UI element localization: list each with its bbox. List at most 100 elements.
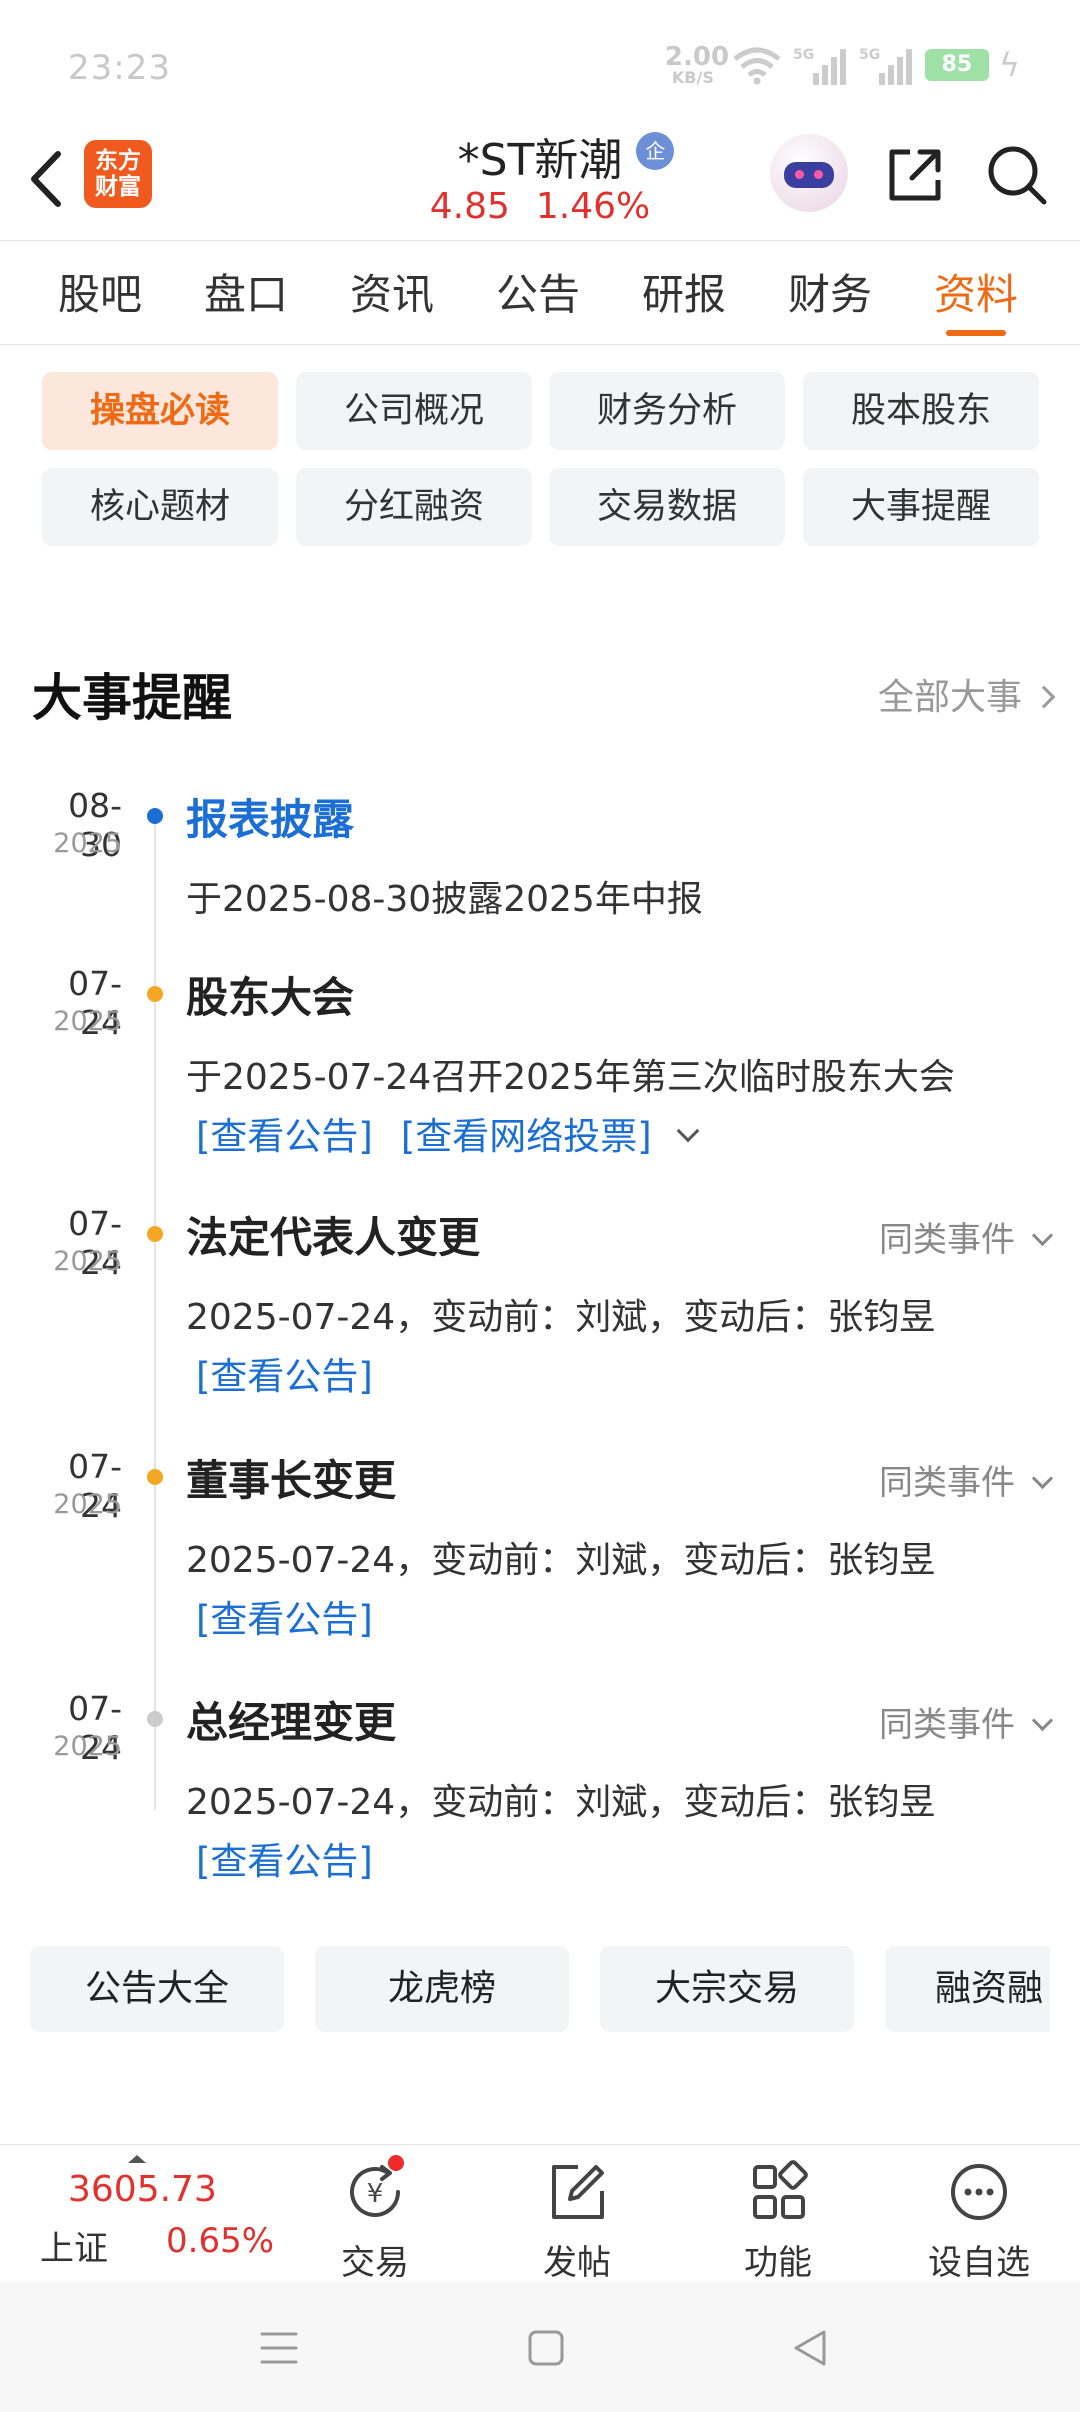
- main-tabs: 股吧 盘口 资讯 公告 研报 财务 资料: [0, 242, 1080, 344]
- enterprise-badge-icon: 企: [636, 132, 675, 170]
- chip-company-overview[interactable]: 公司概况: [296, 372, 532, 450]
- timeline-dot-icon: [147, 808, 163, 824]
- charging-icon: ϟ: [998, 46, 1020, 84]
- view-announcement-link[interactable]: [查看公告]: [196, 1840, 373, 1883]
- cell-signal-icon-2: 5G: [859, 47, 912, 85]
- same-kind-events-toggle[interactable]: 同类事件: [879, 1455, 1054, 1504]
- event-title: 总经理变更: [186, 1698, 397, 1747]
- up-arrow-icon: [128, 2155, 146, 2163]
- tab-news[interactable]: 资讯: [319, 242, 465, 344]
- view-announcement-link[interactable]: [查看公告]: [196, 1115, 373, 1158]
- stock-header: 东方 财富 *ST新潮 企 4.85 1.46%: [0, 120, 1080, 240]
- divider: [0, 240, 1080, 241]
- more-icon: [951, 2164, 1007, 2220]
- tab-guba[interactable]: 股吧: [27, 242, 173, 344]
- network-speed-value: 2.00: [664, 42, 730, 72]
- all-events-label: 全部大事: [877, 677, 1022, 718]
- view-announcement-link[interactable]: [查看公告]: [196, 1355, 373, 1398]
- quick-link-block-trade[interactable]: 大宗交易: [600, 1946, 854, 2032]
- svg-text:5G: 5G: [793, 47, 814, 63]
- chip-financial-analysis[interactable]: 财务分析: [549, 372, 785, 450]
- watchlist-label: 设自选: [928, 2243, 1030, 2283]
- same-kind-label: 同类事件: [879, 1705, 1015, 1745]
- chevron-down-icon: [1031, 1467, 1054, 1490]
- chip-trade-data[interactable]: 交易数据: [549, 468, 785, 546]
- edit-icon: [552, 2165, 604, 2219]
- tab-research[interactable]: 研报: [611, 242, 757, 344]
- chip-shareholders[interactable]: 股本股东: [803, 372, 1039, 450]
- stock-price: 4.85: [429, 186, 510, 227]
- chip-must-read[interactable]: 操盘必读: [42, 372, 278, 450]
- tab-announcements[interactable]: 公告: [465, 242, 611, 344]
- divider: [0, 344, 1080, 345]
- event-title: 董事长变更: [186, 1456, 397, 1505]
- event-description: 2025-07-24，变动前：刘斌，变动后：张钧昱: [186, 1540, 936, 1581]
- event-year: 2025: [53, 1006, 122, 1037]
- same-kind-label: 同类事件: [879, 1220, 1015, 1260]
- post-label: 发帖: [543, 2243, 611, 2283]
- chevron-right-icon: [1032, 685, 1056, 709]
- chevron-down-icon: [1031, 1709, 1054, 1732]
- back-nav-icon[interactable]: [790, 2326, 830, 2370]
- chip-major-events[interactable]: 大事提醒: [803, 468, 1039, 546]
- chip-dividends[interactable]: 分红融资: [296, 468, 532, 546]
- network-speed: 2.00 KB/S: [664, 42, 730, 87]
- timeline-dot-icon: [147, 986, 163, 1002]
- functions-button[interactable]: 功能: [713, 2157, 843, 2283]
- index-change: 0.65%: [166, 2221, 275, 2261]
- svg-text:¥: ¥: [367, 2179, 384, 2209]
- status-time: 23:23: [68, 48, 171, 88]
- system-nav-bar: [0, 2282, 1080, 2412]
- event-description: 于2025-08-30披露2025年中报: [186, 879, 703, 920]
- event-links: [查看公告] [查看网络投票]: [196, 1106, 700, 1160]
- tab-pankou[interactable]: 盘口: [173, 242, 319, 344]
- event-title: 法定代表人变更: [186, 1213, 481, 1262]
- event-year: 2025: [53, 828, 122, 859]
- chip-core-themes[interactable]: 核心题材: [42, 468, 278, 546]
- all-events-link[interactable]: 全部大事: [877, 668, 1056, 720]
- view-online-vote-link[interactable]: [查看网络投票]: [401, 1115, 652, 1158]
- view-announcement-link[interactable]: [查看公告]: [196, 1598, 373, 1641]
- ai-assistant-robot-icon[interactable]: [770, 134, 848, 212]
- add-watchlist-button[interactable]: 设自选: [914, 2157, 1044, 2283]
- quick-link-dragon-tiger[interactable]: 龙虎榜: [315, 1946, 569, 2032]
- trade-button[interactable]: ¥ 交易: [310, 2155, 440, 2283]
- battery-icon: 85: [924, 49, 989, 81]
- same-kind-events-toggle[interactable]: 同类事件: [879, 1697, 1054, 1746]
- stock-name[interactable]: *ST新潮: [458, 135, 623, 186]
- quick-link-announcements[interactable]: 公告大全: [30, 1946, 284, 2032]
- section-title: 大事提醒: [32, 669, 232, 727]
- event-year: 2025: [53, 1246, 122, 1277]
- event-year: 2025: [53, 1489, 122, 1520]
- status-bar: 23:23 2.00 KB/S 5G 5G 85 ϟ: [0, 0, 1080, 120]
- stock-change-pct: 1.46%: [535, 186, 651, 227]
- index-name: 上证: [40, 2229, 108, 2269]
- event-description: 2025-07-24，变动前：刘斌，变动后：张钧昱: [186, 1782, 936, 1823]
- status-indicators: 2.00 KB/S 5G 5G 85 ϟ: [665, 44, 1020, 86]
- event-links: [查看公告]: [196, 1831, 373, 1885]
- quick-link-margin[interactable]: 融资融: [885, 1946, 1050, 2032]
- wifi-icon: [733, 47, 781, 85]
- trade-label: 交易: [341, 2243, 409, 2283]
- svg-text:5G: 5G: [859, 47, 880, 63]
- network-speed-unit: KB/S: [671, 68, 714, 87]
- event-title[interactable]: 报表披露: [186, 786, 354, 847]
- event-title: 股东大会: [186, 973, 355, 1022]
- search-icon[interactable]: [984, 142, 1050, 208]
- menu-icon[interactable]: [258, 2328, 300, 2368]
- event-year: 2025: [53, 1731, 122, 1762]
- timeline-line: [154, 810, 156, 1810]
- chevron-down-icon[interactable]: [676, 1119, 700, 1143]
- grid-icon: [753, 2160, 808, 2219]
- cell-signal-icon: 5G: [793, 47, 846, 85]
- event-links: [查看公告]: [196, 1346, 373, 1400]
- home-icon[interactable]: [526, 2328, 566, 2368]
- timeline-dot-icon: [147, 1711, 163, 1727]
- tab-finance[interactable]: 财务: [757, 242, 903, 344]
- index-price: 3605.73: [68, 2169, 217, 2210]
- tab-profile[interactable]: 资料: [903, 242, 1049, 344]
- post-button[interactable]: 发帖: [512, 2157, 642, 2283]
- same-kind-events-toggle[interactable]: 同类事件: [879, 1212, 1054, 1261]
- chevron-down-icon: [1031, 1224, 1054, 1247]
- share-icon[interactable]: [882, 142, 948, 208]
